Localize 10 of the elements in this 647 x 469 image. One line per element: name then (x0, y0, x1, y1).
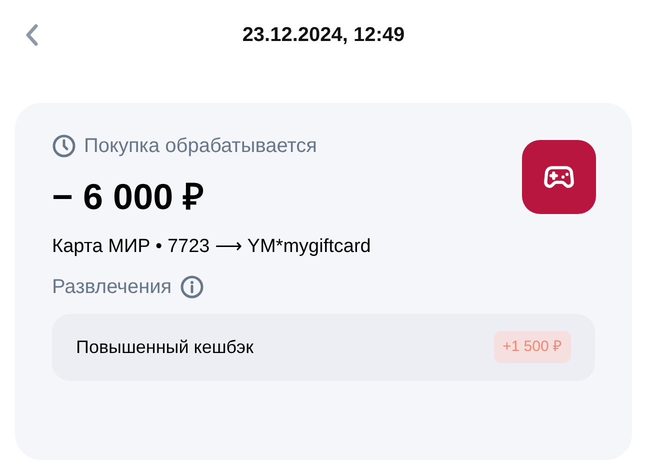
back-icon (25, 23, 39, 47)
info-icon (180, 274, 204, 298)
page-title: 23.12.2024, 12:49 (242, 23, 405, 48)
cashback-amount: +1 500 ₽ (494, 330, 571, 364)
clock-icon (52, 134, 76, 158)
payment-route: Карта МИР • 7723 ⟶ YM*mygiftcard (52, 235, 372, 259)
amount-text: − 6 000 ₽ (52, 175, 206, 219)
cashback-label: Повышенный кешбэк (76, 336, 254, 358)
category-text: Развлечения (52, 274, 172, 300)
status-text: Покупка обрабатывается (84, 134, 317, 159)
